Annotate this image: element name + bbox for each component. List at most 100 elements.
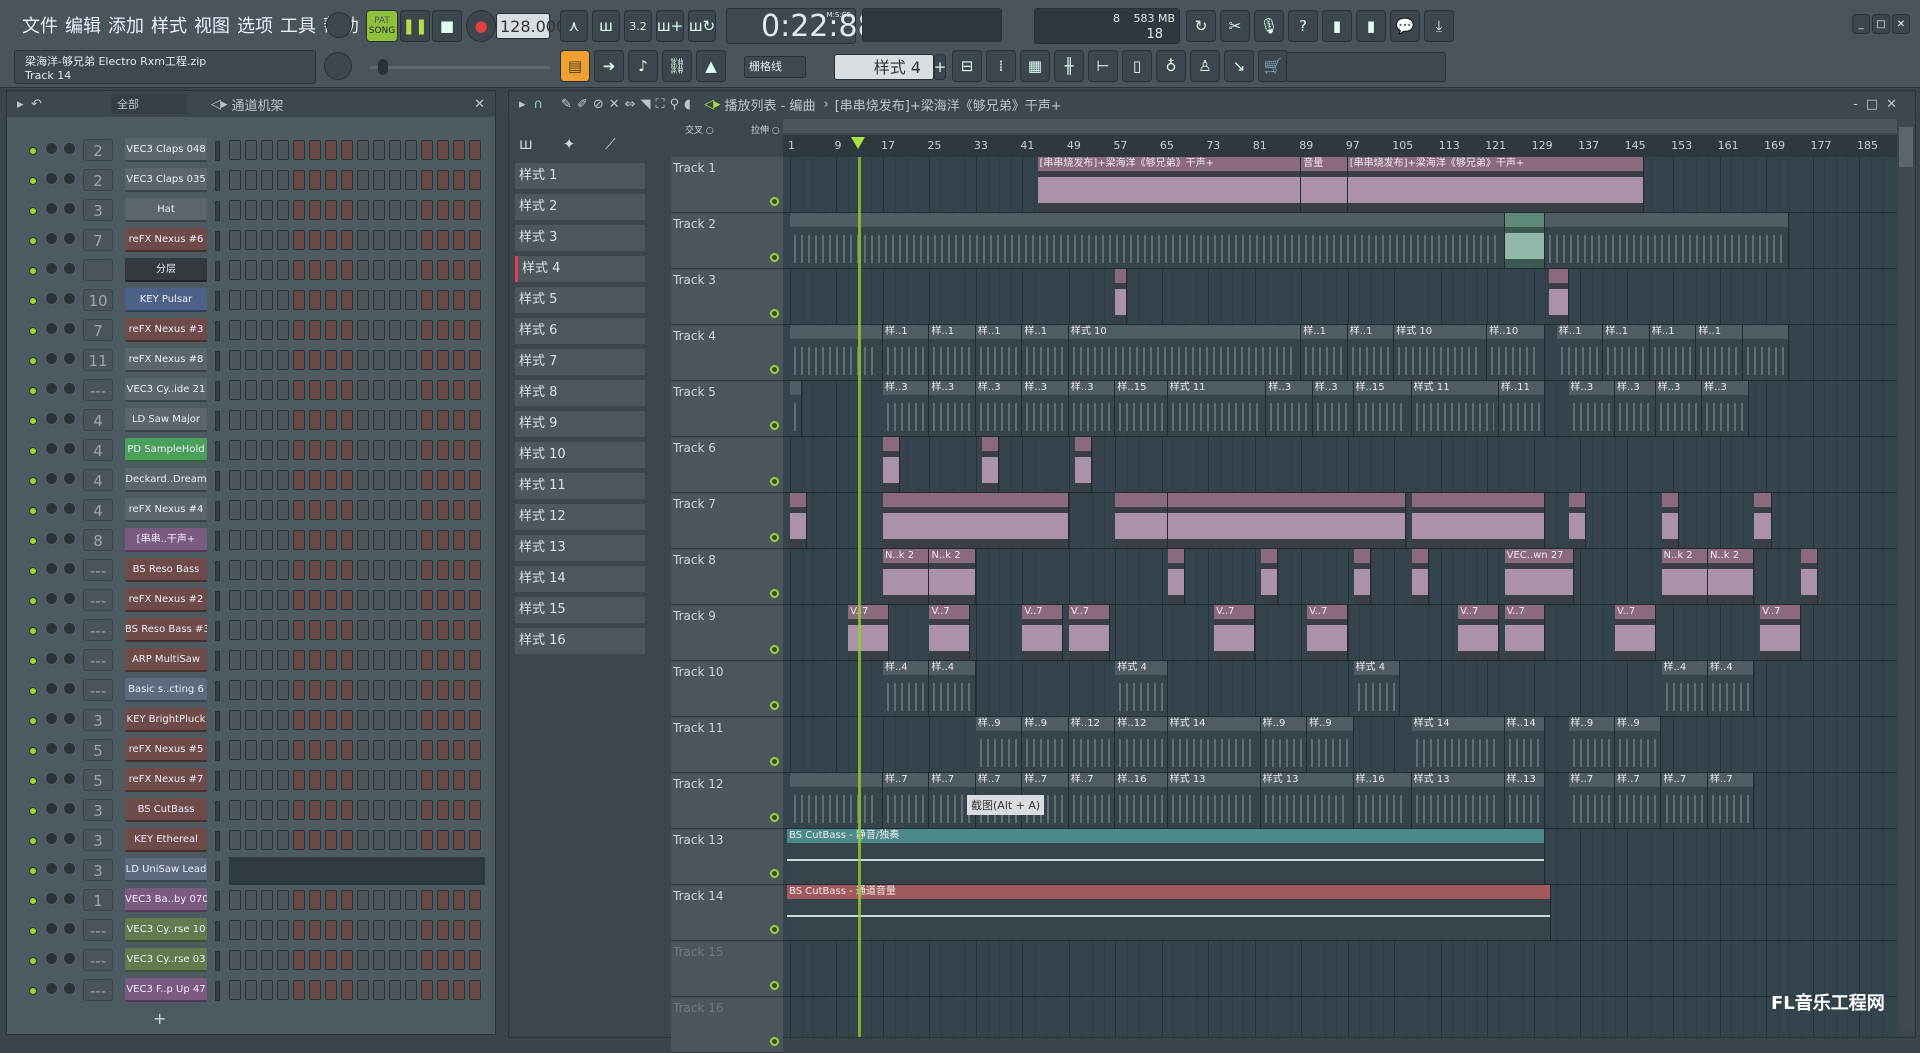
step-button[interactable] — [277, 890, 289, 910]
pick-icon[interactable]: ↘ — [1224, 50, 1254, 82]
playlist-clip[interactable]: V..7 — [929, 605, 971, 660]
step-button[interactable] — [405, 890, 417, 910]
step-button[interactable] — [389, 290, 401, 310]
step-button[interactable] — [277, 650, 289, 670]
pan-knob[interactable] — [45, 982, 58, 995]
step-button[interactable] — [325, 500, 337, 520]
horizontal-scrollbar[interactable] — [783, 119, 1897, 133]
step-button[interactable] — [229, 290, 241, 310]
channel-select-indicator[interactable] — [215, 711, 220, 731]
step-button[interactable] — [405, 920, 417, 940]
step-button[interactable] — [325, 620, 337, 640]
step-button[interactable] — [389, 350, 401, 370]
step-button[interactable] — [389, 980, 401, 1000]
step-button[interactable] — [341, 230, 353, 250]
step-button[interactable] — [229, 410, 241, 430]
step-button[interactable] — [325, 320, 337, 340]
mute-led[interactable] — [29, 237, 37, 245]
step-button[interactable] — [261, 290, 273, 310]
step-button[interactable] — [229, 230, 241, 250]
step-button[interactable] — [293, 320, 305, 340]
playlist-clip[interactable]: N..k 2 — [882, 549, 930, 604]
step-button[interactable] — [325, 170, 337, 190]
step-button[interactable] — [229, 800, 241, 820]
playlist-clip[interactable]: [串串烧发布]+梁海洋《够兄弟》干声+ — [1037, 157, 1302, 212]
step-button[interactable] — [245, 140, 257, 160]
channel-name-button[interactable]: reFX Nexus #8 — [125, 348, 207, 372]
step-button[interactable] — [469, 890, 481, 910]
step-button[interactable] — [277, 260, 289, 280]
channel-name-button[interactable]: 分层 — [125, 258, 207, 282]
channel-select-indicator[interactable] — [215, 681, 220, 701]
step-button[interactable] — [357, 260, 369, 280]
mute-led[interactable] — [29, 597, 37, 605]
track-mute-led[interactable] — [770, 197, 779, 206]
step-edit-icon[interactable]: ш+ — [656, 10, 684, 42]
save-as-icon[interactable]: ▮ — [1356, 10, 1386, 42]
track-header[interactable]: Track 9 — [671, 605, 783, 661]
picker-mode-icons[interactable]: ш✦⟋ — [519, 135, 646, 153]
step-button[interactable] — [469, 770, 481, 790]
mixer-track-number[interactable]: 2 — [83, 139, 113, 161]
step-button[interactable] — [421, 980, 433, 1000]
step-button[interactable] — [245, 440, 257, 460]
step-button[interactable] — [421, 830, 433, 850]
mixer-icon[interactable]: ╫ — [1054, 50, 1084, 82]
track-header[interactable]: Track 14 — [671, 885, 783, 941]
undo-icon[interactable]: ↶ — [31, 97, 111, 112]
playlist-clip[interactable]: 样..7 — [1661, 773, 1708, 828]
tuner-icon[interactable]: ♙ — [1190, 50, 1220, 82]
step-button[interactable] — [357, 890, 369, 910]
step-button[interactable] — [261, 710, 273, 730]
track-mute-led[interactable] — [770, 253, 779, 262]
playlist-clip[interactable] — [790, 381, 802, 436]
step-button[interactable] — [437, 770, 449, 790]
step-button[interactable] — [293, 710, 305, 730]
step-button[interactable] — [437, 320, 449, 340]
volume-knob[interactable] — [63, 472, 76, 485]
step-button[interactable] — [469, 590, 481, 610]
step-button[interactable] — [405, 260, 417, 280]
channel-name-button[interactable]: reFX Nexus #4 — [125, 498, 207, 522]
track-mute-led[interactable] — [770, 1037, 779, 1046]
playlist-clip[interactable] — [1167, 493, 1406, 548]
channel-row[interactable]: 3 BS CutBass — [11, 797, 491, 825]
step-button[interactable] — [309, 800, 321, 820]
step-button[interactable] — [437, 920, 449, 940]
close-icon[interactable]: ✕ — [1892, 14, 1910, 34]
step-button[interactable] — [453, 830, 465, 850]
step-button[interactable] — [245, 530, 257, 550]
track-mute-led[interactable] — [770, 645, 779, 654]
track-header[interactable]: Track 7 — [671, 493, 783, 549]
playlist-clip[interactable]: 样..3 — [1655, 381, 1703, 436]
step-button[interactable] — [229, 710, 241, 730]
playlist-clip[interactable]: 样..16 — [1353, 773, 1412, 828]
volume-knob[interactable] — [63, 982, 76, 995]
playlist-clip[interactable]: 样..9 — [1022, 717, 1069, 772]
playlist-clip[interactable] — [1411, 549, 1430, 604]
playlist-clip[interactable]: 样..15 — [1115, 381, 1168, 436]
step-button[interactable] — [373, 260, 385, 280]
step-button[interactable] — [357, 980, 369, 1000]
playlist-clip[interactable]: 样..7 — [1707, 773, 1755, 828]
track-header[interactable]: Track 11 — [671, 717, 783, 773]
step-button[interactable] — [389, 680, 401, 700]
mixer-track-number[interactable]: 5 — [83, 739, 113, 761]
step-button[interactable] — [229, 950, 241, 970]
step-button[interactable] — [277, 620, 289, 640]
step-button[interactable] — [325, 890, 337, 910]
step-button[interactable] — [469, 740, 481, 760]
step-button[interactable] — [309, 230, 321, 250]
channel-row[interactable]: 1 VEC3 Ba..by 070 — [11, 887, 491, 915]
pan-knob[interactable] — [45, 892, 58, 905]
close-icon[interactable]: ✕ — [474, 97, 485, 112]
step-button[interactable] — [229, 380, 241, 400]
playlist-clip[interactable]: 样..12 — [1115, 717, 1168, 772]
step-button[interactable] — [293, 170, 305, 190]
step-button[interactable] — [421, 470, 433, 490]
channel-select-indicator[interactable] — [215, 261, 220, 281]
step-button[interactable] — [437, 230, 449, 250]
step-button[interactable] — [293, 410, 305, 430]
step-button[interactable] — [357, 620, 369, 640]
step-button[interactable] — [405, 800, 417, 820]
